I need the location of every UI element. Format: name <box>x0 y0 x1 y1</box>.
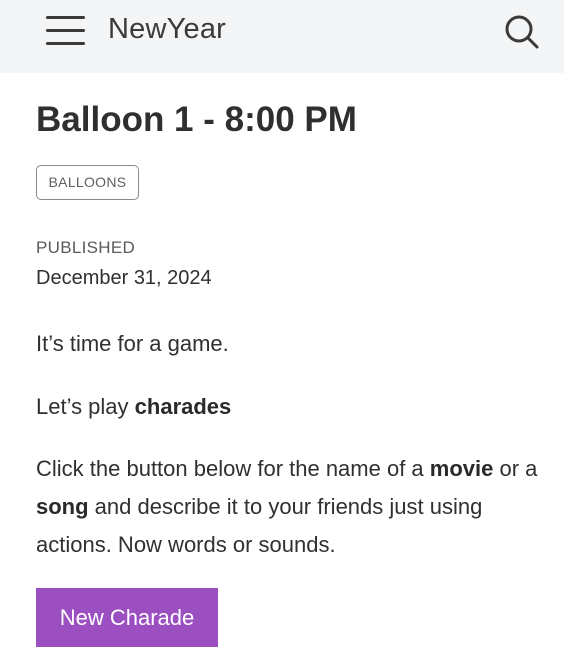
category-tag[interactable]: BALLOONS <box>36 165 139 200</box>
hamburger-menu-icon[interactable] <box>46 16 86 46</box>
paragraph-text: and describe it to your friends just usi… <box>36 494 483 557</box>
top-app-bar: NewYear <box>0 0 564 73</box>
bold-text: movie <box>429 456 494 481</box>
menu-line <box>46 16 85 19</box>
app-title: NewYear <box>108 13 227 45</box>
published-label: PUBLISHED <box>36 238 136 257</box>
paragraph-text: Let’s play <box>36 394 135 419</box>
bold-text: song <box>36 494 89 519</box>
new-charade-button[interactable]: New Charade <box>36 588 218 647</box>
bold-text: charades <box>134 394 232 419</box>
paragraph-text: Click the button below for the name of a <box>36 456 430 481</box>
paragraph-intro: It’s time for a game. <box>36 331 229 356</box>
paragraph-text: or a <box>493 456 538 481</box>
published-date: December 31, 2024 <box>36 267 212 289</box>
menu-line <box>46 42 85 45</box>
paragraph-game: Let’s play charades <box>36 388 231 426</box>
menu-line <box>46 29 85 32</box>
search-icon[interactable] <box>502 12 542 52</box>
page-title: Balloon 1 - 8:00 PM <box>36 100 357 139</box>
paragraph-instructions: Click the button below for the name of a… <box>36 450 546 564</box>
